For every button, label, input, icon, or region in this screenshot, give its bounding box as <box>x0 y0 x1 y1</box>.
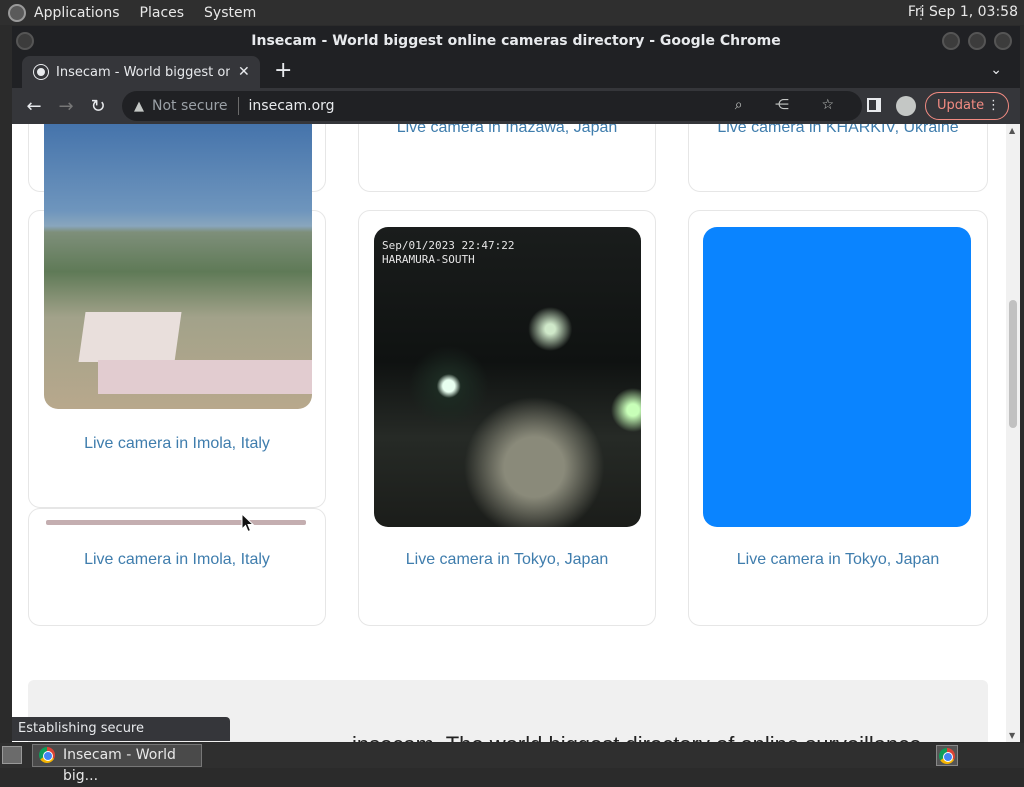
camera-link[interactable]: Live camera in KHARKIV, Ukraine <box>689 124 987 137</box>
camera-feed-image[interactable]: Sep/01/2023 22:47:22 HARAMURA-SOUTH <box>374 227 641 527</box>
window-title: Insecam - World biggest online cameras d… <box>251 33 781 49</box>
scroll-up-icon[interactable]: ▲ <box>1009 126 1015 135</box>
system-menu[interactable]: System <box>204 5 256 21</box>
camera-timestamp-location: HARAMURA-SOUTH <box>382 253 475 266</box>
warning-icon[interactable]: ▲ <box>134 99 144 114</box>
status-bubble: Establishing secure connection... <box>12 717 230 741</box>
chevron-down-icon[interactable]: ⌄ <box>990 62 1002 78</box>
tab-strip: Insecam - World biggest online cameras d… <box>12 56 1020 88</box>
camera-card: Live camera in Inazawa, Japan <box>358 124 656 192</box>
camera-feed-detail <box>78 312 182 362</box>
scrollbar-thumb[interactable] <box>1009 300 1017 428</box>
window-titlebar[interactable]: Insecam - World biggest online cameras d… <box>12 26 1020 56</box>
omnibox-divider <box>237 97 239 115</box>
camera-card: Live camera in Imola, Italy <box>28 508 326 626</box>
address-bar[interactable]: ▲ Not secure insecam.org ⌕ ⋲ ☆ <box>122 91 862 121</box>
tab-title: Insecam - World biggest online cameras d… <box>56 64 230 80</box>
distro-logo-icon[interactable] <box>8 3 26 22</box>
show-desktop-icon[interactable] <box>2 746 22 764</box>
camera-timestamp: Sep/01/2023 22:47:22 HARAMURA-SOUTH <box>382 239 514 267</box>
bottom-taskbar: Insecam - World big... <box>0 743 1024 784</box>
kebab-menu-icon[interactable]: ⋮ <box>987 93 1000 119</box>
clock[interactable]: Fri Sep 1, 03:58 <box>908 4 1018 20</box>
camera-feed-image[interactable] <box>46 520 306 525</box>
chrome-icon <box>939 748 955 764</box>
camera-feed-image[interactable] <box>44 124 312 409</box>
page-viewport: Live camera in Inazawa, Japan Live camer… <box>12 124 1020 742</box>
taskbar-window-item[interactable]: Insecam - World big... <box>32 744 202 784</box>
scroll-down-icon[interactable]: ▼ <box>1009 731 1015 740</box>
tray-chrome-button[interactable] <box>936 745 958 766</box>
new-tab-button[interactable]: + <box>274 60 292 82</box>
camera-feed-detail <box>98 360 312 394</box>
footer-heading: insecam. The world biggest directory of … <box>352 732 921 742</box>
chrome-window: Insecam - World biggest online cameras d… <box>12 26 1020 742</box>
camera-link[interactable]: Live camera in Imola, Italy <box>29 435 325 453</box>
update-label: Update <box>937 98 985 113</box>
camera-link[interactable]: Live camera in Tokyo, Japan <box>689 551 987 569</box>
forward-button[interactable]: → <box>50 96 82 117</box>
url-text[interactable]: insecam.org <box>249 98 335 114</box>
back-button[interactable]: ← <box>18 96 50 117</box>
camera-feed-image[interactable] <box>703 227 971 527</box>
reload-button[interactable]: ↻ <box>82 96 114 117</box>
maximize-button[interactable] <box>968 32 986 50</box>
minimize-button[interactable] <box>942 32 960 50</box>
camera-link[interactable]: Live camera in Tokyo, Japan <box>359 551 655 569</box>
camera-timestamp-date: Sep/01/2023 22:47:22 <box>382 239 515 252</box>
camera-link[interactable]: Live camera in Imola, Italy <box>29 551 325 569</box>
omnibox-actions-icons[interactable]: ⌕ ⋲ ☆ <box>735 97 848 113</box>
places-menu[interactable]: Places <box>140 5 185 21</box>
profile-avatar-icon[interactable] <box>896 96 916 116</box>
vertical-scrollbar[interactable]: ▲ ▼ <box>1006 124 1020 742</box>
side-panel-icon[interactable] <box>867 98 881 112</box>
top-panel: Applications Places System Fri Sep 1, 03… <box>0 0 1024 25</box>
taskbar-item-label: Insecam - World big... <box>63 747 176 784</box>
security-label[interactable]: Not secure <box>152 98 228 114</box>
camera-card: Live camera in KHARKIV, Ukraine <box>688 124 988 192</box>
globe-icon <box>34 65 48 79</box>
mouse-cursor-icon <box>241 513 255 533</box>
applications-menu[interactable]: Applications <box>34 5 120 21</box>
close-window-button[interactable] <box>994 32 1012 50</box>
update-button[interactable]: Update ⋮ <box>925 92 1009 120</box>
window-menu-button[interactable] <box>16 32 34 50</box>
chrome-icon <box>39 747 55 763</box>
camera-link[interactable]: Live camera in Inazawa, Japan <box>359 124 655 137</box>
close-icon[interactable]: ✕ <box>238 64 250 80</box>
browser-toolbar: ← → ↻ ▲ Not secure insecam.org ⌕ ⋲ ☆ Upd… <box>12 88 1020 124</box>
tab-insecam[interactable]: Insecam - World biggest online cameras d… <box>22 56 260 88</box>
